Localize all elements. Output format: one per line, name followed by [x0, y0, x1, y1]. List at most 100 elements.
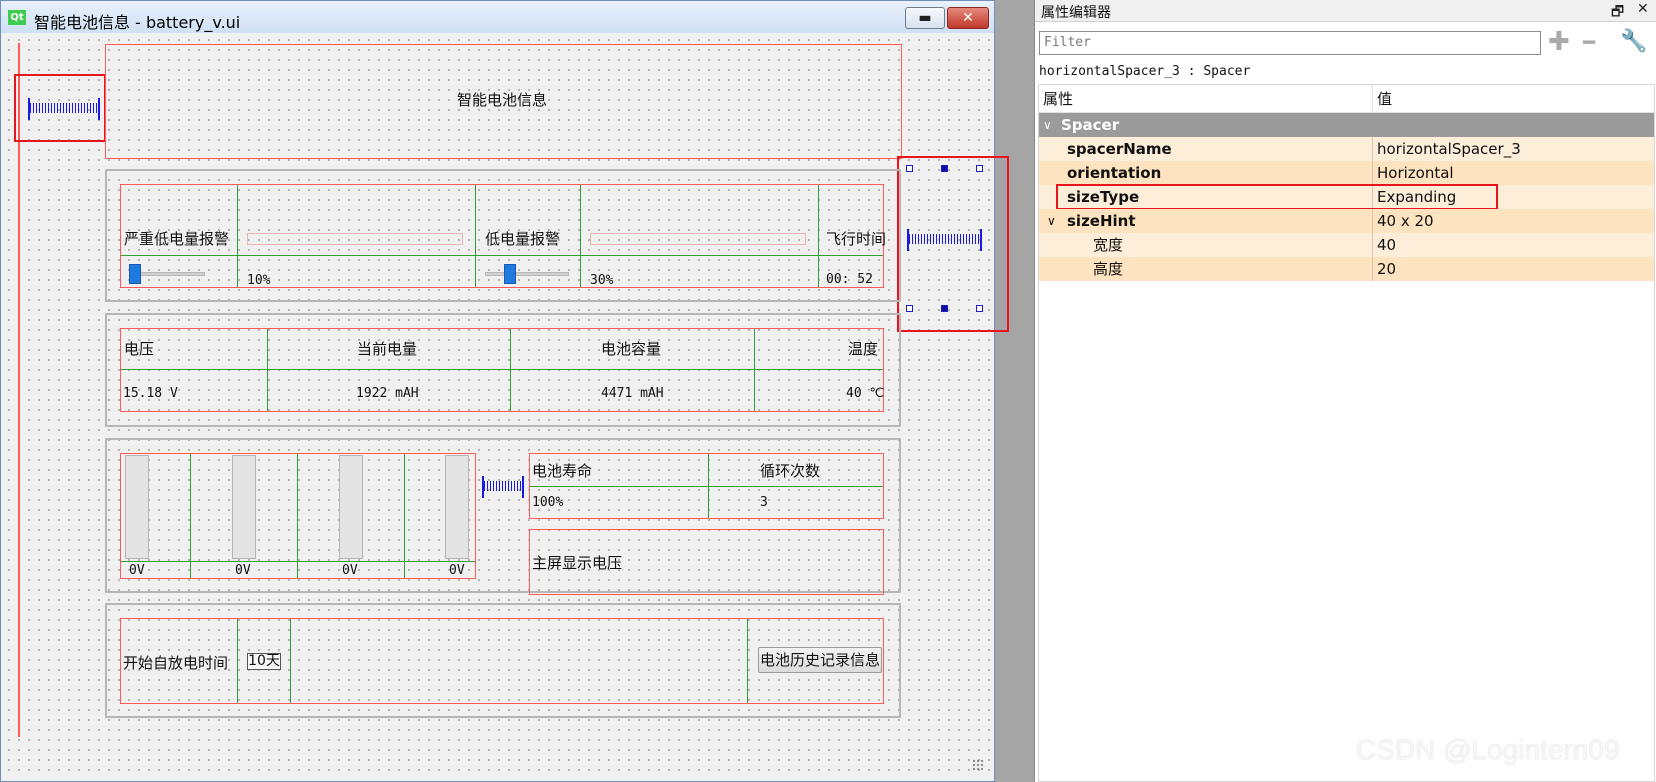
current-charge-value: 1922 mAH	[356, 386, 419, 401]
grid-line	[267, 329, 268, 411]
vertical-layout-line	[18, 43, 20, 737]
qt-logo-icon: Qt	[8, 10, 26, 25]
property-editor-panel: 属性编辑器 🗗 ✕ Filter ✚ ━ 🔧 horizontalSpacer_…	[1034, 0, 1656, 782]
grid-line	[818, 185, 819, 287]
selected-object-label: horizontalSpacer_3 : Spacer	[1039, 64, 1251, 79]
column-header-value[interactable]: 值	[1377, 87, 1392, 111]
window-title: 智能电池信息 - battery_v.ui	[34, 13, 241, 32]
designer-form-window: Qt 智能电池信息 - battery_v.ui ▬ ✕ 智能电池信息 严重低电…	[0, 0, 1009, 782]
grid-line	[190, 454, 191, 578]
collapse-chevron-icon[interactable]: ∨	[1043, 113, 1052, 137]
property-table: 属性 值 ∨ Spacer spacerName horizontalSpace…	[1038, 84, 1655, 782]
resize-handle[interactable]	[941, 165, 948, 172]
current-charge-label: 当前电量	[357, 340, 418, 358]
resize-handle[interactable]	[906, 305, 913, 312]
low-alarm-value: 30%	[590, 273, 614, 288]
battery-life-value: 100%	[532, 495, 564, 510]
battery-history-button[interactable]: 电池历史记录信息	[758, 647, 882, 673]
right-spacer-frame[interactable]	[897, 156, 1009, 332]
column-divider	[1372, 137, 1373, 161]
capacity-label: 电池容量	[601, 340, 662, 358]
temperature-label: 温度	[848, 340, 879, 358]
temperature-value: 40 ℃	[846, 386, 885, 401]
cell-voltage-bar-3	[339, 455, 363, 559]
close-panel-icon[interactable]: ✕	[1637, 1, 1649, 17]
low-alarm-slider-handle[interactable]	[504, 264, 516, 284]
horizontal-spacer-2[interactable]	[484, 481, 522, 491]
filter-input[interactable]: Filter	[1039, 31, 1541, 55]
expand-chevron-icon[interactable]: ∨	[1047, 209, 1056, 233]
cell-voltage-bar-4	[445, 455, 469, 559]
resize-handle[interactable]	[976, 305, 983, 312]
grid-line	[510, 329, 511, 411]
low-alarm-progress	[590, 233, 806, 245]
grid-line	[708, 454, 709, 518]
property-value[interactable]: 40	[1377, 233, 1396, 257]
header-label[interactable]: 智能电池信息	[457, 89, 547, 110]
add-property-icon[interactable]: ✚	[1548, 29, 1570, 55]
table-row[interactable]: 高度 20	[1039, 257, 1654, 281]
cycle-count-label: 循环次数	[760, 462, 821, 480]
table-row[interactable]: orientation Horizontal	[1039, 161, 1654, 185]
column-divider	[1372, 257, 1373, 281]
grid-line	[290, 619, 291, 703]
cell-voltage-bar-2	[232, 455, 256, 559]
resize-handle[interactable]	[906, 165, 913, 172]
group-row-spacer[interactable]: ∨ Spacer	[1039, 113, 1654, 137]
configure-icon[interactable]: 🔧	[1620, 29, 1647, 55]
history-layout: 开始自放电时间 10天 电池历史记录信息	[120, 618, 884, 704]
remove-property-icon[interactable]: ━	[1583, 29, 1595, 55]
property-value[interactable]: 20	[1377, 257, 1396, 281]
spacer-end-right	[98, 98, 100, 120]
horizontal-spacer-1[interactable]	[30, 103, 98, 113]
low-alarm-slider-track[interactable]	[485, 272, 569, 276]
watermark: CSDN @Logintern09	[1356, 734, 1620, 765]
low-alarm-label: 低电量报警	[485, 230, 561, 248]
property-editor-title: 属性编辑器	[1041, 5, 1111, 21]
grid-line	[580, 185, 581, 287]
table-row[interactable]: 宽度 40	[1039, 233, 1654, 257]
grid-line	[754, 329, 755, 411]
main-voltage-label: 主屏显示电压	[532, 554, 623, 572]
grid-line	[237, 185, 238, 287]
cycle-count-value: 3	[760, 495, 768, 510]
self-discharge-spinbox[interactable]: 10天	[247, 653, 281, 670]
critical-alarm-label: 严重低电量报警	[124, 230, 230, 248]
grid-line	[404, 454, 405, 578]
table-row[interactable]: ∨ sizeHint 40 x 20	[1039, 209, 1654, 233]
property-value[interactable]: horizontalSpacer_3	[1377, 137, 1521, 161]
window-titlebar[interactable]: Qt 智能电池信息 - battery_v.ui ▬ ✕	[1, 1, 994, 33]
life-grid-layout: 电池寿命 循环次数 100% 3	[529, 453, 884, 519]
resize-grip-icon[interactable]	[972, 759, 984, 771]
property-value[interactable]: Horizontal	[1377, 161, 1454, 185]
property-name: 高度	[1093, 260, 1124, 278]
horizontal-spacer-3[interactable]	[909, 234, 980, 244]
grid-line	[475, 185, 476, 287]
highlight-frame	[1056, 184, 1498, 210]
resize-handle[interactable]	[941, 305, 948, 312]
header-layout: 智能电池信息	[105, 44, 902, 159]
voltage-label: 电压	[124, 340, 155, 358]
column-divider	[1372, 209, 1373, 233]
cell-voltage-bar-1	[125, 455, 149, 559]
column-header-property[interactable]: 属性	[1043, 87, 1073, 111]
property-value[interactable]: 40 x 20	[1377, 209, 1434, 233]
close-button[interactable]: ✕	[947, 7, 989, 29]
cell-voltage-value-4: 0V	[449, 563, 465, 578]
battery-life-label: 电池寿命	[532, 462, 593, 480]
minimize-button[interactable]: ▬	[905, 7, 945, 29]
critical-alarm-progress	[247, 233, 463, 245]
float-panel-icon[interactable]: 🗗	[1611, 1, 1624, 25]
table-row[interactable]: spacerName horizontalSpacer_3	[1039, 137, 1654, 161]
capacity-value: 4471 mAH	[601, 386, 664, 401]
cells-grid-layout: 0V 0V 0V 0V	[120, 453, 476, 579]
property-editor-header: 属性编辑器 🗗 ✕	[1035, 0, 1656, 22]
grid-line	[121, 369, 883, 370]
resize-handle[interactable]	[976, 165, 983, 172]
flight-time-value: 00: 52	[826, 272, 873, 287]
voltage-value: 15.18 V	[123, 386, 178, 401]
grid-line	[297, 454, 298, 578]
form-canvas[interactable]: 智能电池信息 严重低电量报警 低电量报警 飞行时间 10% 30% 00: 52…	[4, 35, 1009, 779]
grid-line	[121, 561, 475, 562]
critical-alarm-slider-handle[interactable]	[129, 264, 141, 284]
